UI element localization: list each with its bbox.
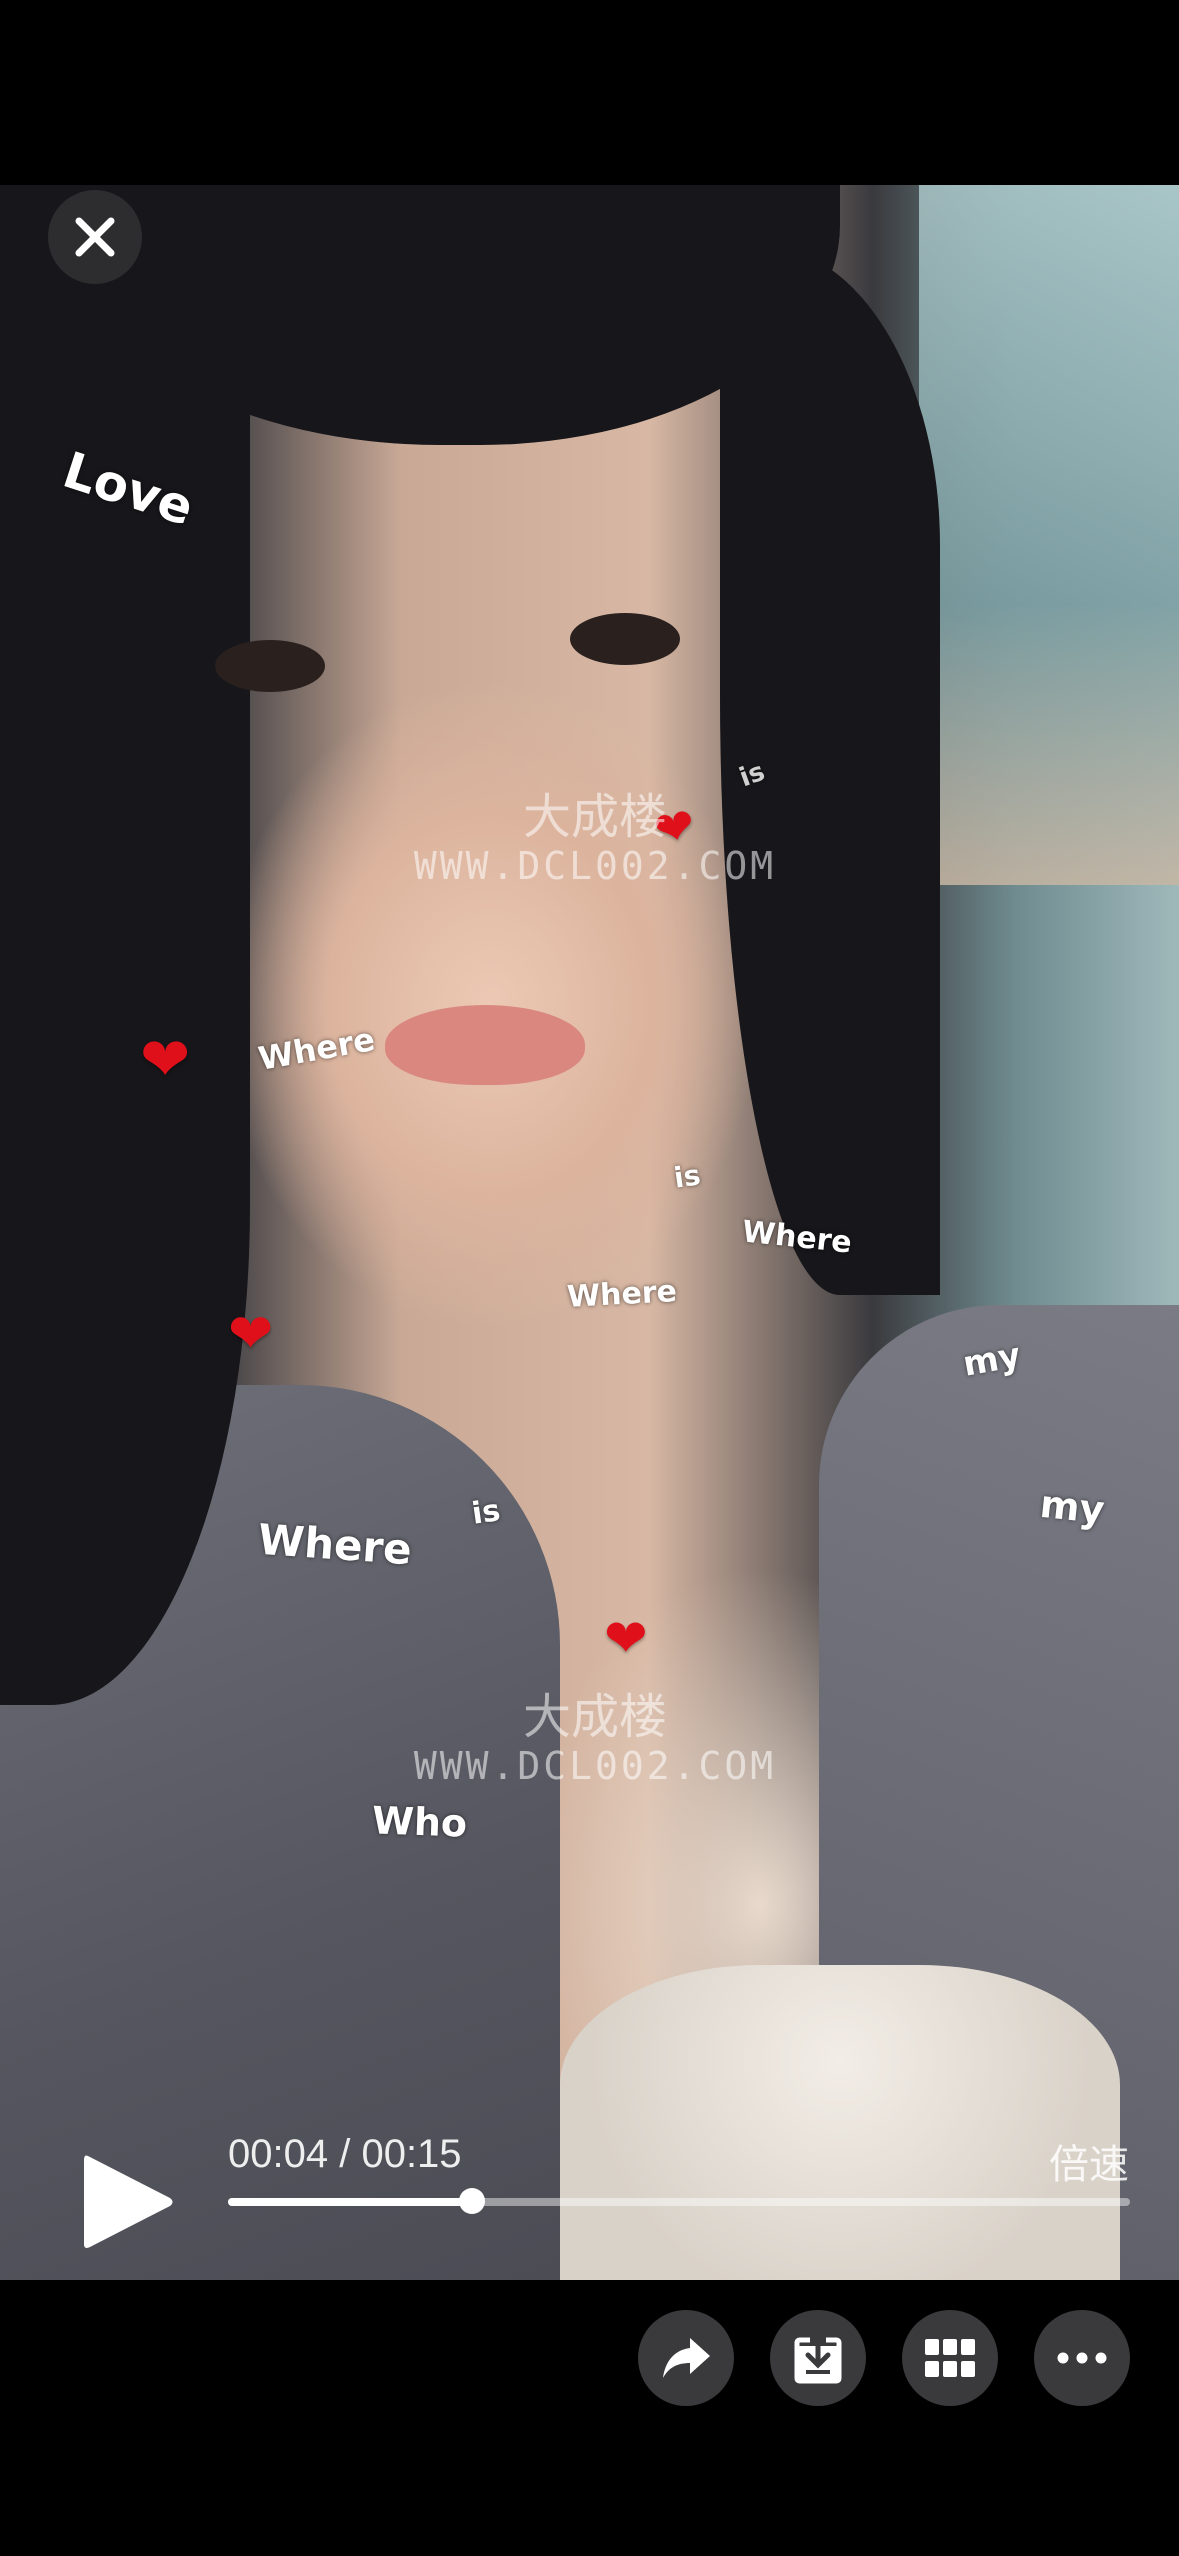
right-eye: [570, 613, 680, 665]
time-label: 00:04 / 00:15: [228, 2132, 462, 2177]
lace-top: [560, 1965, 1120, 2280]
progress-knob[interactable]: [458, 2188, 485, 2214]
play-icon: [84, 2155, 173, 2248]
left-eye: [215, 640, 325, 692]
hair-left: [0, 185, 250, 1705]
watermark: 大成楼 WWW.DCL002.COM: [385, 789, 805, 889]
share-icon: [663, 2338, 710, 2378]
playback-speed-button[interactable]: 倍速: [1049, 2132, 1129, 2190]
lips: [385, 1005, 585, 1085]
download-button[interactable]: [770, 2310, 866, 2406]
progress-fill: [228, 2198, 472, 2206]
duration: 00:15: [361, 2132, 462, 2176]
time-separator: /: [328, 2132, 362, 2176]
overlay-word-is: is: [671, 1158, 703, 1195]
overlay-word-where: Where: [255, 1020, 378, 1078]
download-icon: [794, 2332, 842, 2384]
watermark-title: 大成楼: [522, 789, 667, 845]
overlay-word-where: Where: [566, 1274, 678, 1315]
watermark-url: WWW.DCL002.COM: [413, 1744, 777, 1789]
background-window: [919, 185, 1179, 885]
watermark-title: 大成楼: [522, 1689, 667, 1745]
heart-icon: ❤: [604, 1610, 648, 1668]
grid-icon: [925, 2339, 975, 2377]
more-icon: [1057, 2352, 1107, 2364]
watermark-url: WWW.DCL002.COM: [413, 844, 777, 889]
grid-button[interactable]: [902, 2310, 998, 2406]
close-icon: [75, 217, 115, 257]
progress-bar[interactable]: [228, 2188, 1130, 2214]
close-button[interactable]: [48, 190, 142, 284]
play-button[interactable]: [82, 2152, 174, 2252]
overlay-word-who: Who: [371, 1798, 468, 1846]
share-button[interactable]: [638, 2310, 734, 2406]
overlay-word-is: is: [469, 1493, 503, 1532]
watermark: 大成楼 WWW.DCL002.COM: [385, 1689, 805, 1789]
more-button[interactable]: [1034, 2310, 1130, 2406]
video-frame[interactable]: Love Where is is Where Where my is my Wh…: [0, 185, 1179, 2280]
heart-icon: ❤: [228, 1304, 274, 1364]
current-time: 00:04: [228, 2132, 329, 2176]
overlay-word-my: my: [1037, 1481, 1107, 1533]
heart-icon: ❤: [140, 1026, 191, 1093]
